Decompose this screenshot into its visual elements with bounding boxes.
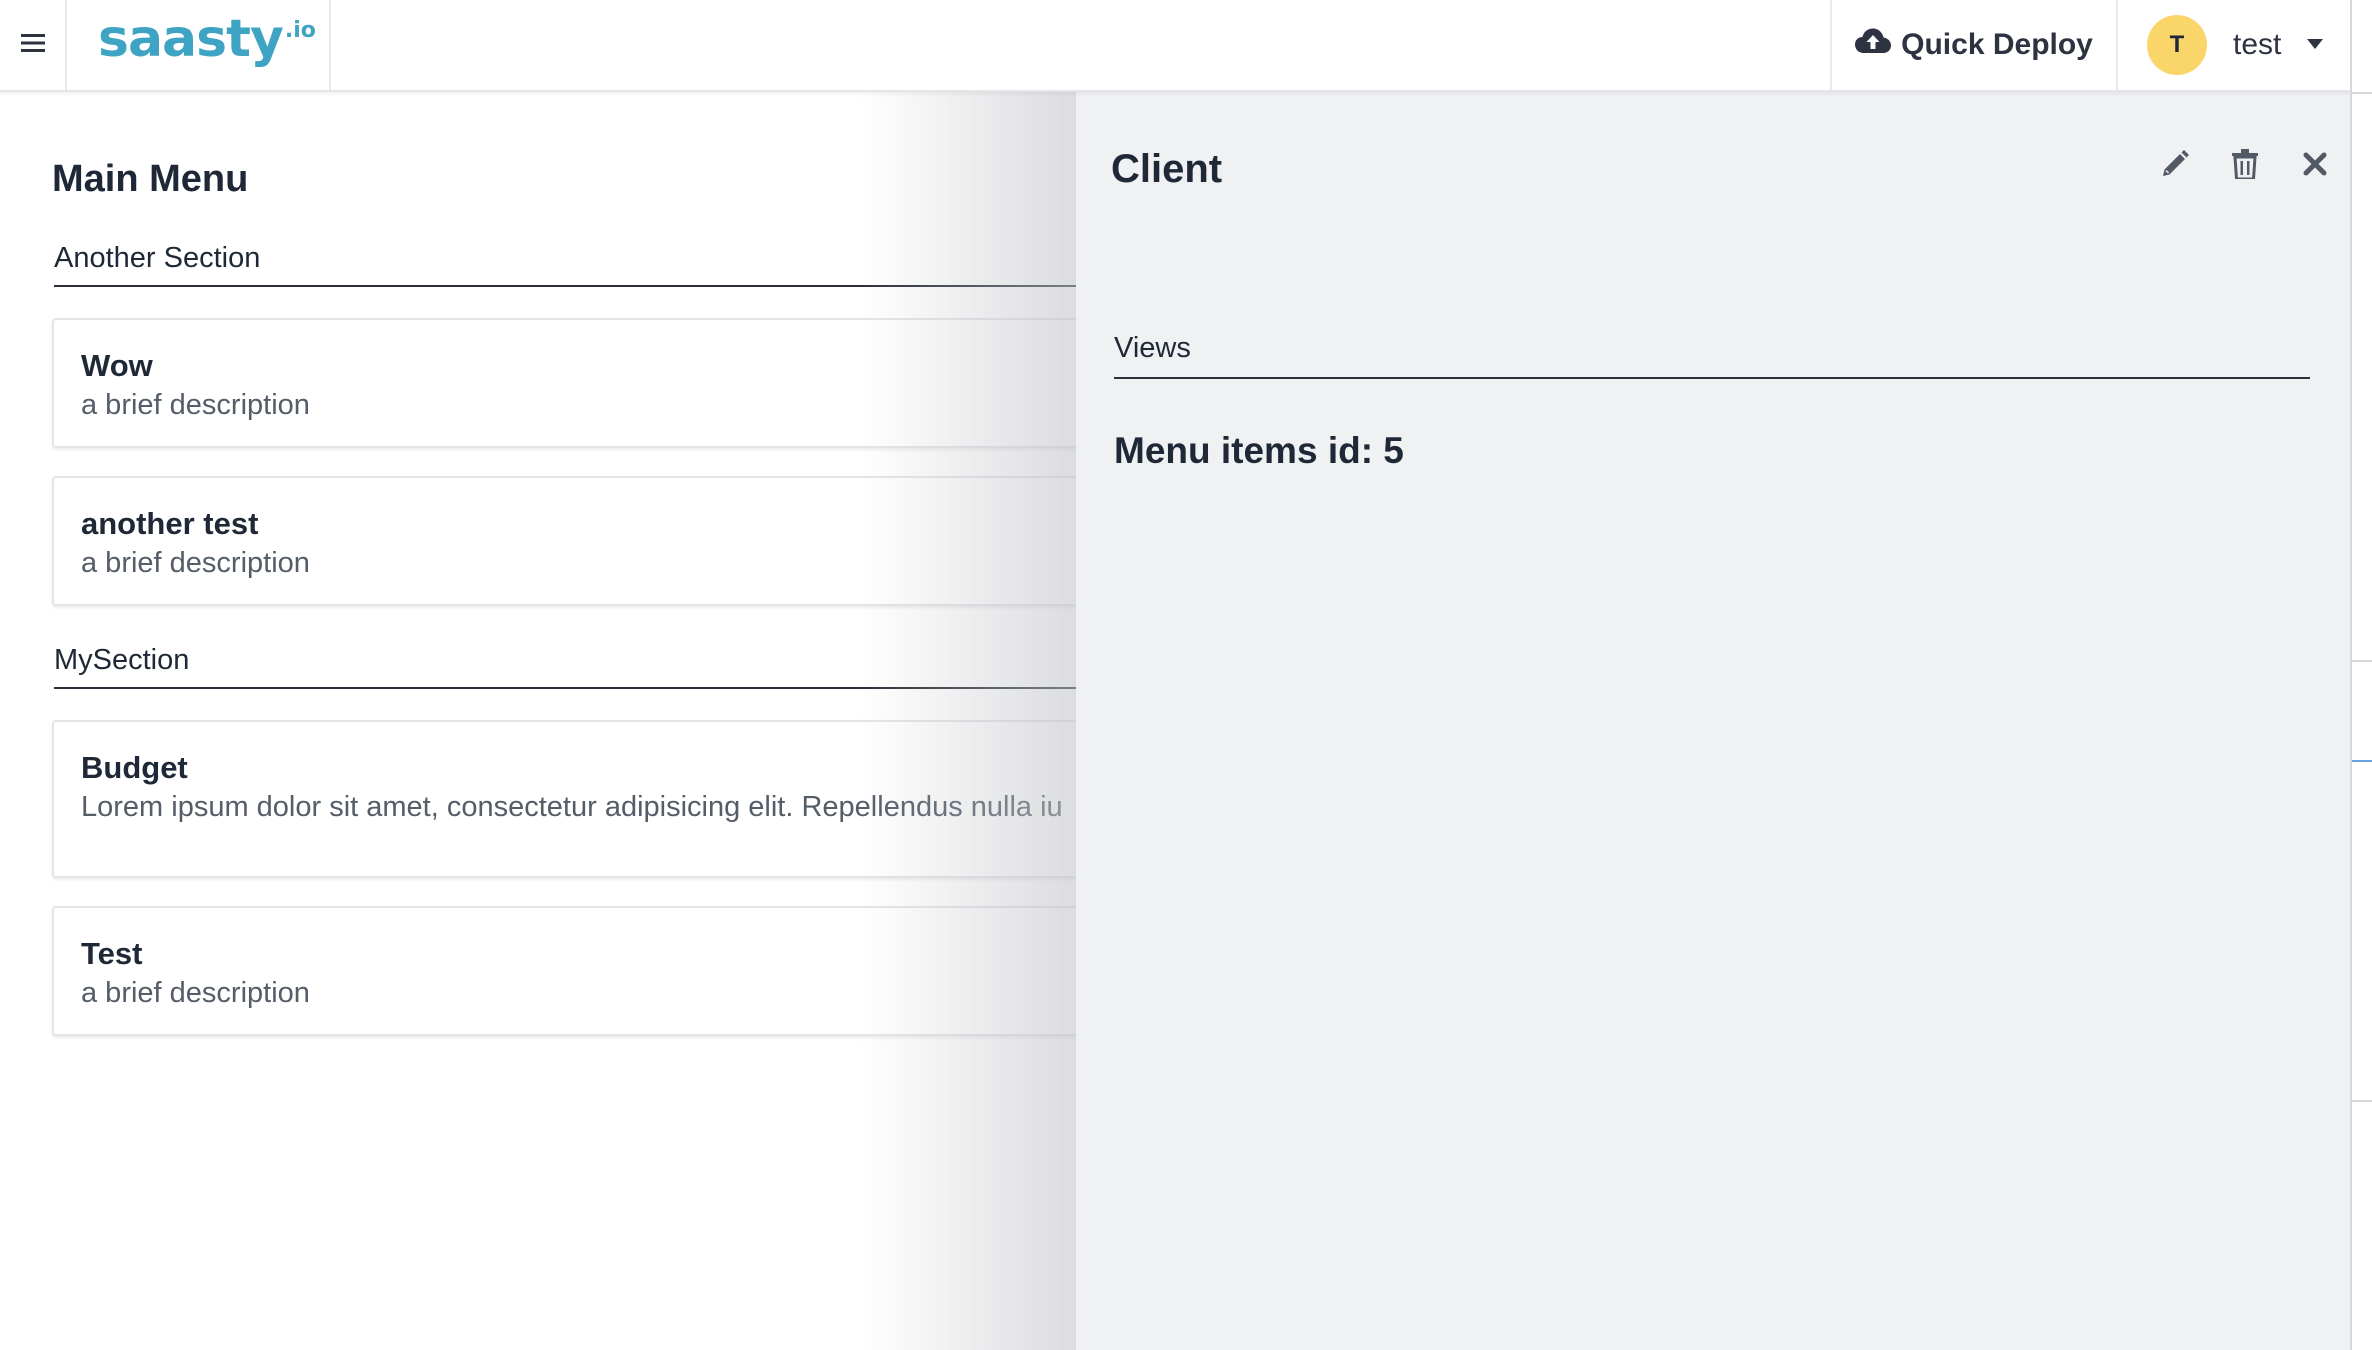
edge-divider — [2352, 660, 2372, 662]
menu-toggle-button[interactable] — [0, 0, 67, 90]
logo[interactable]: saasty .io — [67, 0, 331, 90]
edit-button[interactable] — [2158, 148, 2192, 184]
delete-button[interactable] — [2228, 148, 2262, 184]
panel-title: Client — [1111, 147, 1223, 191]
views-heading: Views — [1114, 332, 2310, 379]
page-title: Main Menu — [52, 158, 249, 200]
hamburger-icon — [20, 33, 45, 58]
client-panel: Client Views Menu items id: 5 — [1076, 92, 2350, 1350]
cloud-upload-icon — [1855, 28, 1892, 62]
edge-divider — [2352, 92, 2372, 94]
scrollbar[interactable] — [2350, 0, 2372, 1350]
trash-icon — [2232, 148, 2258, 184]
user-menu[interactable]: T test — [2116, 0, 2350, 90]
user-name: test — [2233, 28, 2282, 61]
pencil-icon — [2160, 149, 2190, 184]
top-bar: saasty .io Quick Deploy T test — [0, 0, 2350, 92]
app-window: saasty .io Quick Deploy T test Main Menu… — [0, 0, 2372, 1350]
panel-actions — [2158, 148, 2332, 184]
top-bar-spacer — [331, 0, 1830, 90]
close-icon — [2303, 152, 2327, 181]
avatar: T — [2147, 15, 2207, 75]
edge-divider — [2352, 760, 2372, 762]
menu-items-id: Menu items id: 5 — [1114, 430, 1404, 471]
close-button[interactable] — [2298, 148, 2332, 184]
logo-suffix: .io — [284, 18, 316, 43]
overlay-shade[interactable] — [860, 92, 1076, 1350]
quick-deploy-label: Quick Deploy — [1901, 28, 2093, 61]
logo-text: saasty — [98, 9, 284, 69]
edge-divider — [2352, 1100, 2372, 1102]
caret-down-icon — [2307, 36, 2324, 54]
quick-deploy-button[interactable]: Quick Deploy — [1830, 0, 2116, 90]
